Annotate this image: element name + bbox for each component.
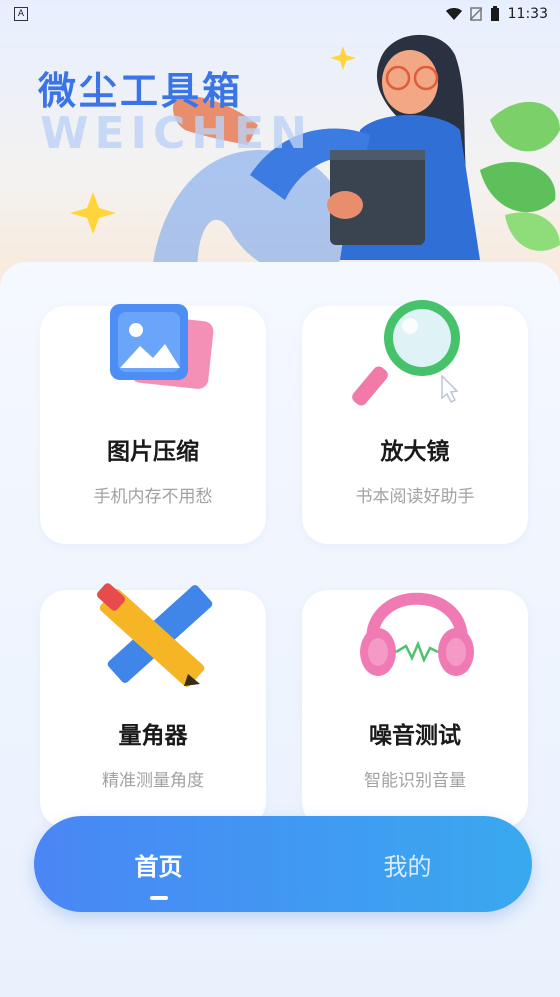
tool-card-magnifier[interactable]: 放大镜 书本阅读好助手	[302, 300, 528, 544]
bottom-nav: 首页 我的	[34, 816, 532, 912]
status-bar: A 11:33	[0, 0, 560, 28]
headphones-icon	[360, 592, 474, 676]
app-notification-icon: A	[14, 7, 28, 21]
tool-name: 噪音测试	[369, 723, 461, 749]
tool-desc: 手机内存不用愁	[93, 487, 213, 507]
no-sim-icon	[469, 7, 482, 21]
tool-name: 量角器	[118, 723, 188, 749]
image-icon	[110, 304, 214, 389]
hero-subtitle: WEICHEN	[40, 108, 313, 159]
wifi-icon	[445, 8, 462, 20]
tool-desc: 智能识别音量	[364, 771, 466, 791]
tool-card-image-compress[interactable]: 图片压缩 手机内存不用愁	[40, 304, 266, 544]
hero-title: 微尘工具箱	[38, 69, 244, 113]
tool-name: 图片压缩	[107, 439, 199, 465]
magnifier-icon	[352, 300, 460, 406]
nav-tab-mine[interactable]: 我的	[283, 816, 532, 912]
tool-card-noise-test[interactable]: 噪音测试 智能识别音量	[302, 590, 528, 828]
tool-desc: 书本阅读好助手	[355, 487, 475, 507]
hero-banner: 微尘工具箱 WEICHEN	[0, 0, 560, 300]
active-tab-indicator	[150, 896, 168, 900]
ruler-pencil-icon	[96, 583, 213, 687]
tool-desc: 精准测量角度	[102, 771, 204, 791]
tool-name: 放大镜	[380, 439, 450, 465]
status-time: 11:33	[507, 6, 548, 22]
tool-card-protractor[interactable]: 量角器 精准测量角度	[40, 583, 266, 828]
battery-icon	[490, 6, 499, 21]
